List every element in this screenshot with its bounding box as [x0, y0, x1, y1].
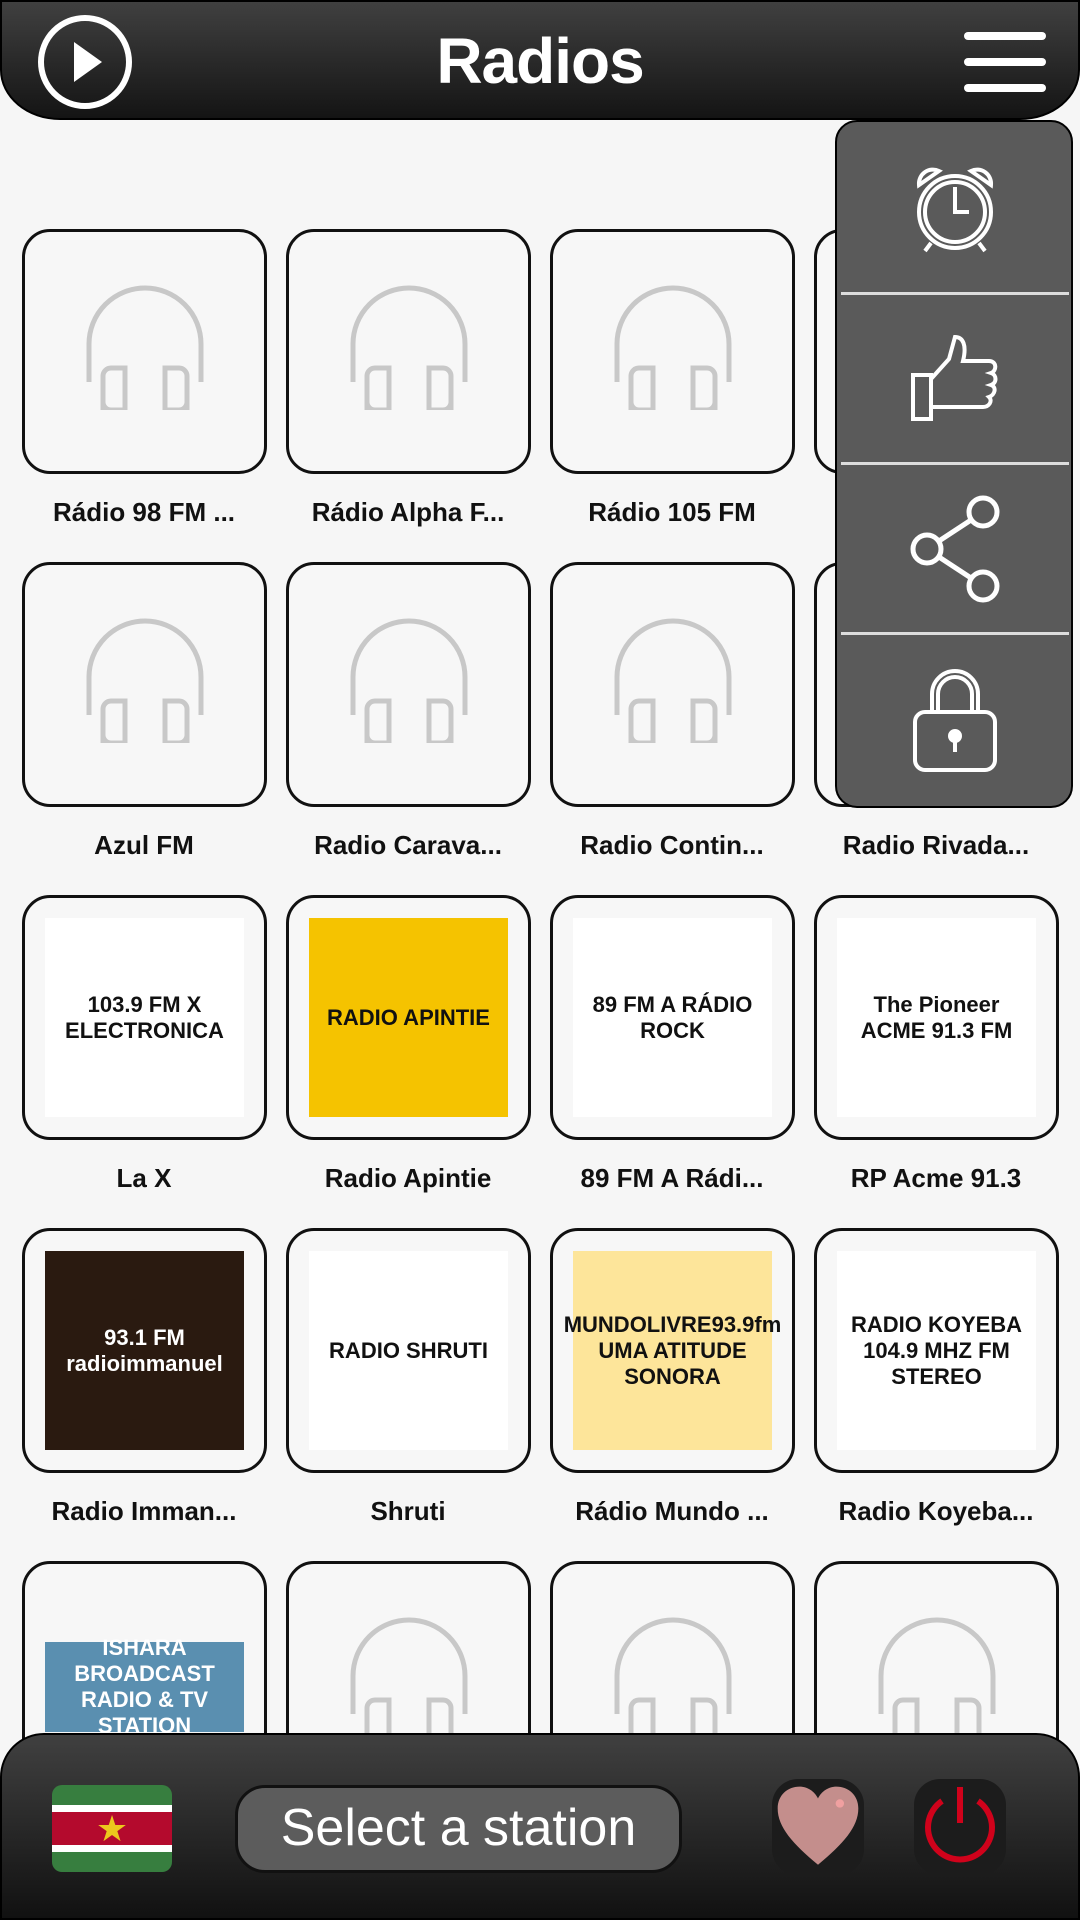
page-title: Radios — [436, 25, 644, 97]
station-tile[interactable]: RADIO APINTIE — [286, 895, 531, 1140]
station-name: Radio Rivada... — [842, 830, 1030, 860]
station-logo: 89 FM A RÁDIO ROCK — [573, 918, 772, 1117]
rate-menu-item[interactable] — [841, 292, 1069, 462]
headphones-icon — [614, 618, 732, 743]
station-tile[interactable] — [550, 229, 795, 474]
power-icon — [925, 1787, 995, 1863]
station-name: 89 FM A Rádi... — [580, 1163, 764, 1193]
station-logo: RADIO APINTIE — [309, 918, 508, 1117]
station-tile[interactable]: 93.1 FM radioimmanuel — [22, 1228, 267, 1473]
player-bar: ★ Select a station — [0, 1733, 1080, 1920]
headphones-icon — [614, 1617, 732, 1742]
station-name: Shruti — [370, 1496, 446, 1526]
station-tile[interactable] — [22, 562, 267, 807]
country-flag-suriname[interactable]: ★ — [52, 1785, 172, 1872]
station-logo: RADIO KOYEBA 104.9 MHZ FM STEREO — [837, 1251, 1036, 1450]
station-tile[interactable]: RADIO SHRUTI — [286, 1228, 531, 1473]
lock-icon — [913, 668, 997, 772]
station-tile[interactable]: 89 FM A RÁDIO ROCK — [550, 895, 795, 1140]
hamburger-menu-icon[interactable] — [964, 32, 1046, 92]
station-name: Rádio Alpha F... — [311, 497, 505, 527]
station-logo: 93.1 FM radioimmanuel — [45, 1251, 244, 1450]
station-name: Radio Apintie — [324, 1163, 492, 1193]
power-button[interactable] — [914, 1779, 1006, 1875]
share-menu-item[interactable] — [841, 462, 1069, 632]
station-name: Radio Koyeba... — [838, 1496, 1034, 1526]
station-logo: 103.9 FM X ELECTRONICA — [45, 918, 244, 1117]
station-tile[interactable]: 103.9 FM X ELECTRONICA — [22, 895, 267, 1140]
station-tile[interactable] — [286, 562, 531, 807]
station-tile[interactable] — [22, 229, 267, 474]
station-name: Radio Contin... — [580, 830, 764, 860]
heart-icon — [777, 1786, 859, 1865]
headphones-icon — [350, 285, 468, 410]
popup-menu — [835, 120, 1073, 808]
headphones-icon — [614, 285, 732, 410]
headphones-icon — [878, 1617, 996, 1742]
star-icon: ★ — [95, 1808, 129, 1849]
station-logo: ISHARA BROADCAST RADIO & TV STATION — [45, 1635, 244, 1738]
station-tile[interactable]: The Pioneer ACME 91.3 FM — [814, 895, 1059, 1140]
headphones-icon — [350, 1617, 468, 1742]
station-tile[interactable]: MUNDOLIVRE93.9fm UMA ATITUDE SONORA — [550, 1228, 795, 1473]
station-tile[interactable]: RADIO KOYEBA 104.9 MHZ FM STEREO — [814, 1228, 1059, 1473]
alarm-menu-item[interactable] — [841, 122, 1069, 292]
station-name: Rádio 105 FM — [588, 497, 756, 527]
lock-menu-item[interactable] — [841, 632, 1069, 802]
app-header: Radios — [0, 0, 1080, 120]
headphones-icon — [86, 618, 204, 743]
station-selector[interactable]: Select a station — [235, 1785, 682, 1873]
favorite-button[interactable] — [772, 1779, 864, 1875]
thumbs-up-icon — [911, 334, 998, 421]
station-name: Rádio Mundo ... — [575, 1496, 769, 1526]
station-logo: RADIO SHRUTI — [309, 1251, 508, 1450]
station-name: La X — [116, 1163, 172, 1193]
station-tile[interactable] — [550, 562, 795, 807]
station-name: Rádio 98 FM ... — [52, 497, 236, 527]
station-name: Radio Imman... — [51, 1496, 237, 1526]
station-name: Radio Carava... — [314, 830, 502, 860]
station-logo: The Pioneer ACME 91.3 FM — [837, 918, 1036, 1117]
headphones-icon — [86, 285, 204, 410]
station-logo: MUNDOLIVRE93.9fm UMA ATITUDE SONORA — [564, 1251, 781, 1450]
station-tile[interactable] — [286, 229, 531, 474]
headphones-icon — [350, 618, 468, 743]
share-icon — [910, 495, 1000, 602]
station-name: Azul FM — [94, 830, 194, 860]
station-name: RP Acme 91.3 — [850, 1163, 1022, 1193]
alarm-clock-icon — [916, 167, 994, 253]
